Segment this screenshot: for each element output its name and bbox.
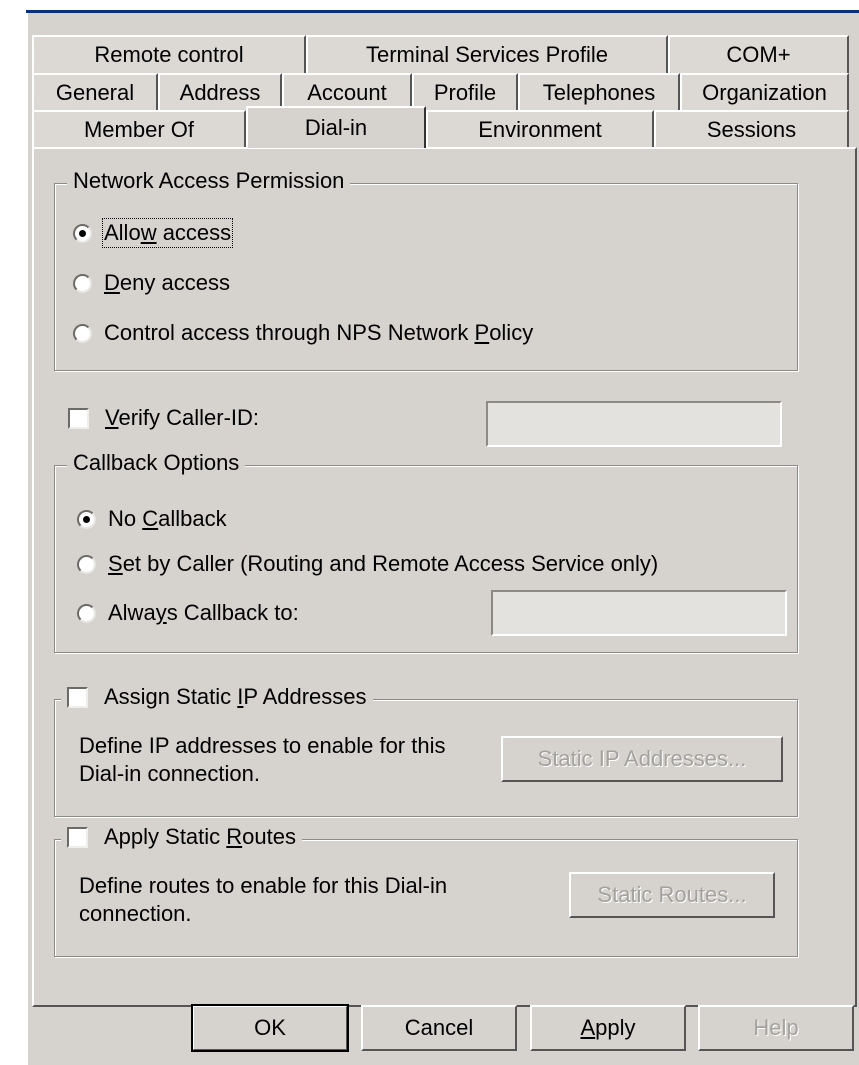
tab-label: Remote control <box>94 42 244 67</box>
radio-indicator <box>73 223 92 243</box>
set-by-caller-radio[interactable]: Set by Caller (Routing and Remote Access… <box>77 551 658 577</box>
tab-dial-in[interactable]: Dial-in <box>246 106 426 148</box>
tab-profile[interactable]: Profile <box>412 73 518 111</box>
tab-environment[interactable]: Environment <box>426 110 654 148</box>
static-ip-checkbox[interactable]: Assign Static IP Addresses <box>61 684 373 710</box>
tab-general[interactable]: General <box>32 73 158 111</box>
cancel-button[interactable]: Cancel <box>361 1005 517 1051</box>
help-button[interactable]: Help <box>698 1005 854 1051</box>
tab-label: Organization <box>702 80 827 105</box>
control-access-label: Control access through NPS Network Polic… <box>104 320 534 345</box>
apply-button[interactable]: Apply <box>530 1005 686 1051</box>
tab-label: Telephones <box>542 80 656 105</box>
tab-label: Account <box>307 80 387 105</box>
always-callback-radio[interactable]: Always Callback to: <box>77 600 299 626</box>
tab-remote-control[interactable]: Remote control <box>32 35 306 73</box>
radio-indicator <box>77 509 96 529</box>
set-by-caller-label: Set by Caller (Routing and Remote Access… <box>108 551 659 576</box>
static-ip-addresses-button[interactable]: Static IP Addresses... <box>501 736 783 782</box>
tab-label: COM+ <box>726 42 791 67</box>
always-callback-label: Always Callback to: <box>108 600 299 625</box>
callback-number-field[interactable] <box>491 590 787 636</box>
checkbox-indicator <box>67 826 88 848</box>
allow-access-radio[interactable]: Allow access <box>73 218 234 248</box>
static-routes-checkbox[interactable]: Apply Static Routes <box>61 824 302 850</box>
tab-label: Address <box>179 80 261 105</box>
tab-label: Profile <box>433 80 497 105</box>
ok-button[interactable]: OK <box>191 1004 349 1052</box>
control-access-nps-radio[interactable]: Control access through NPS Network Polic… <box>73 320 533 346</box>
callback-options-group: Callback Options No Callback Set by Call… <box>54 450 798 653</box>
user-properties-dialog: Remote control Terminal Services Profile… <box>26 13 859 1065</box>
deny-access-label: Deny access <box>104 270 230 295</box>
tab-terminal-services-profile[interactable]: Terminal Services Profile <box>306 35 668 73</box>
tab-label: Environment <box>478 117 602 142</box>
allow-access-label: Allow access <box>101 218 234 248</box>
tab-label: Terminal Services Profile <box>365 42 609 67</box>
checkbox-indicator <box>68 407 89 429</box>
tab-label: General <box>55 80 135 105</box>
tab-organization[interactable]: Organization <box>680 73 849 111</box>
radio-indicator <box>73 273 92 293</box>
tab-com-plus[interactable]: COM+ <box>668 35 849 73</box>
tab-telephones[interactable]: Telephones <box>518 73 680 111</box>
radio-indicator <box>73 323 92 343</box>
static-routes-group: Apply Static Routes Define routes to ena… <box>54 824 798 957</box>
tab-label: Member Of <box>83 117 195 142</box>
deny-access-radio[interactable]: Deny access <box>73 270 230 296</box>
network-access-group: Network Access Permission Allow access D… <box>54 168 798 371</box>
verify-caller-id-checkbox[interactable]: Verify Caller-ID: <box>68 405 259 431</box>
radio-indicator <box>77 603 96 623</box>
verify-caller-id-label: Verify Caller-ID: <box>105 405 260 430</box>
static-routes-button[interactable]: Static Routes... <box>569 872 775 918</box>
network-access-legend: Network Access Permission <box>67 168 351 194</box>
radio-indicator <box>77 554 96 574</box>
checkbox-indicator <box>67 686 88 708</box>
tab-member-of[interactable]: Member Of <box>32 110 246 148</box>
no-callback-radio[interactable]: No Callback <box>77 506 227 532</box>
static-ip-description: Define IP addresses to enable for this D… <box>79 733 446 786</box>
tab-label: Sessions <box>706 117 797 142</box>
tab-label: Dial-in <box>304 115 368 140</box>
no-callback-label: No Callback <box>108 506 227 531</box>
dial-in-panel: Network Access Permission Allow access D… <box>32 147 857 1007</box>
static-ip-label: Assign Static IP Addresses <box>104 684 367 709</box>
static-routes-label: Apply Static Routes <box>104 824 296 849</box>
static-ip-group: Assign Static IP Addresses Define IP add… <box>54 684 798 817</box>
callback-options-legend: Callback Options <box>67 450 246 476</box>
tab-sessions[interactable]: Sessions <box>654 110 849 148</box>
caller-id-field[interactable] <box>486 401 782 447</box>
static-routes-description: Define routes to enable for this Dial-in… <box>79 873 448 926</box>
